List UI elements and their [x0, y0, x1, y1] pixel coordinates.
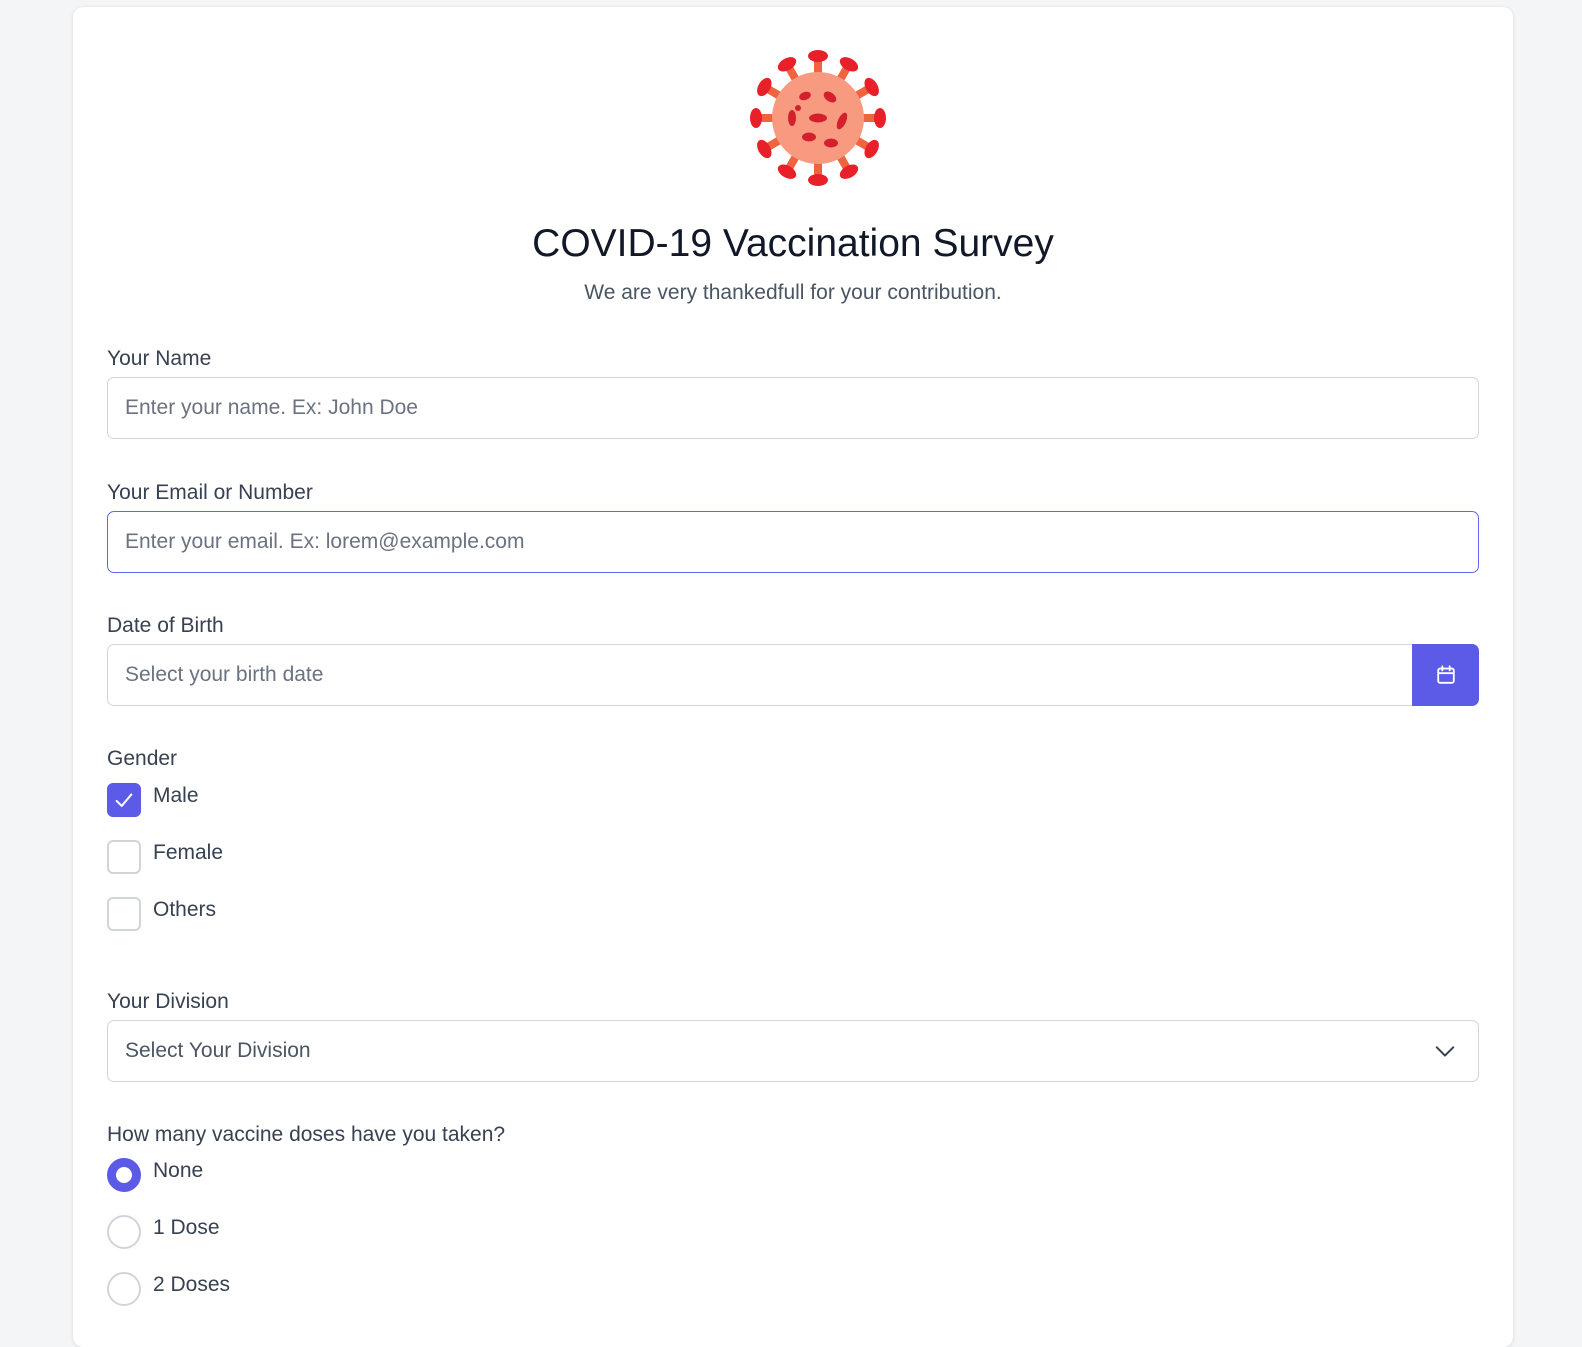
dob-label: Date of Birth [107, 614, 224, 637]
chevron-down-icon [1435, 1046, 1455, 1057]
female-label: Female [153, 841, 224, 864]
gender-label: Gender [107, 747, 178, 770]
male-label: Male [153, 784, 199, 807]
contact-input[interactable] [108, 512, 1478, 572]
female-checkbox[interactable] [107, 840, 141, 874]
calendar-icon [1436, 665, 1455, 684]
name-label: Your Name [107, 347, 212, 370]
calendar-button[interactable] [1412, 644, 1479, 706]
division-label: Your Division [107, 990, 229, 1013]
survey-card: COVID-19 Vaccination Survey We are very … [73, 7, 1513, 1347]
division-select[interactable]: Select Your Division [107, 1020, 1479, 1082]
dob-input[interactable] [108, 645, 1413, 705]
checkmark-icon [115, 793, 133, 807]
page-title: COVID-19 Vaccination Survey [532, 222, 1054, 265]
contact-field-wrapper [107, 511, 1479, 573]
contact-label: Your Email or Number [107, 481, 313, 504]
none-radio[interactable] [107, 1158, 141, 1192]
doses-label: How many vaccine doses have you taken? [107, 1123, 506, 1146]
virus-icon [750, 50, 886, 186]
division-selected-value: Select Your Division [125, 1039, 311, 1062]
one-dose-radio[interactable] [107, 1215, 141, 1249]
others-checkbox[interactable] [107, 897, 141, 931]
gender-option-female[interactable]: Female [107, 840, 223, 876]
name-field-wrapper [107, 377, 1479, 439]
dob-field-wrapper [107, 644, 1413, 706]
page-subtitle: We are very thankedfull for your contrib… [584, 281, 1002, 304]
male-checkbox[interactable] [107, 783, 141, 817]
gender-option-others[interactable]: Others [107, 897, 216, 933]
two-doses-label: 2 Doses [153, 1273, 231, 1296]
others-label: Others [153, 898, 217, 921]
gender-option-male[interactable]: Male [107, 783, 199, 819]
one-dose-label: 1 Dose [153, 1216, 220, 1239]
none-label: None [153, 1159, 204, 1182]
dose-option-1[interactable]: 1 Dose [107, 1215, 220, 1251]
dose-option-none[interactable]: None [107, 1158, 203, 1194]
two-doses-radio[interactable] [107, 1272, 141, 1306]
dose-option-2[interactable]: 2 Doses [107, 1272, 230, 1308]
name-input[interactable] [108, 378, 1478, 438]
